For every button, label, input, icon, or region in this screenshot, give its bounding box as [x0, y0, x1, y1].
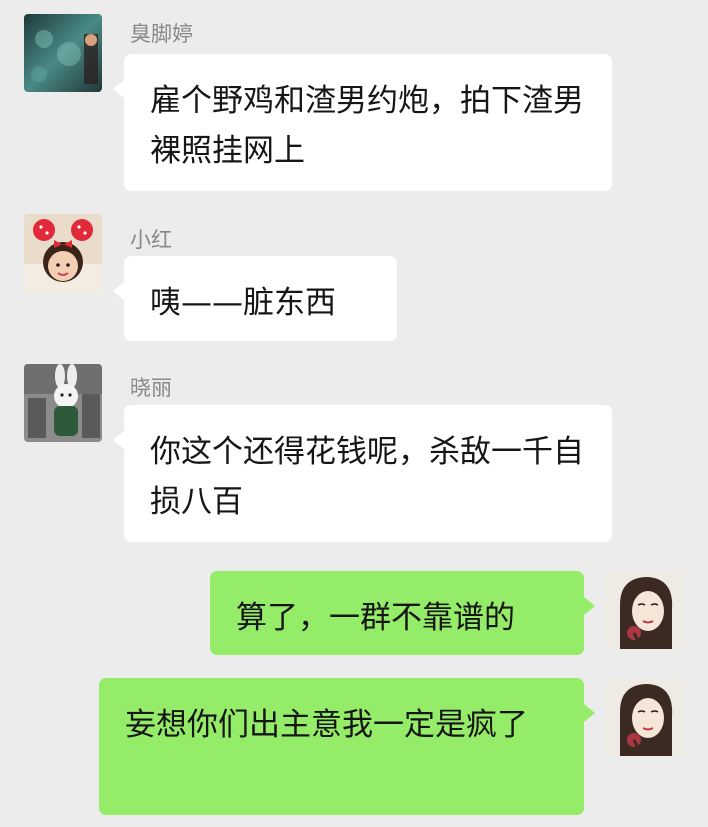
message-bubble[interactable]: 雇个野鸡和渣男约炮，拍下渣男裸照挂网上: [113, 54, 612, 191]
sender-name: 臭脚婷: [130, 22, 193, 46]
message-bubble[interactable]: 妄想你们出主意我一定是疯了: [99, 678, 595, 815]
girl-minnie-avatar-icon[interactable]: [24, 214, 102, 292]
woman-sketch-avatar-icon[interactable]: [606, 571, 684, 649]
message-bubble[interactable]: 算了，一群不靠谱的: [210, 571, 595, 655]
sender-name: 晓丽: [130, 376, 172, 400]
woman-sketch-avatar-icon[interactable]: [606, 678, 684, 756]
ocean-avatar-icon[interactable]: [24, 14, 102, 92]
rabbit-doll-avatar-icon[interactable]: [24, 364, 102, 442]
message-bubble[interactable]: 你这个还得花钱呢，杀敌一千自损八百: [113, 405, 612, 542]
sender-name: 小红: [130, 228, 172, 252]
message-bubble[interactable]: 咦——脏东西: [113, 256, 397, 341]
